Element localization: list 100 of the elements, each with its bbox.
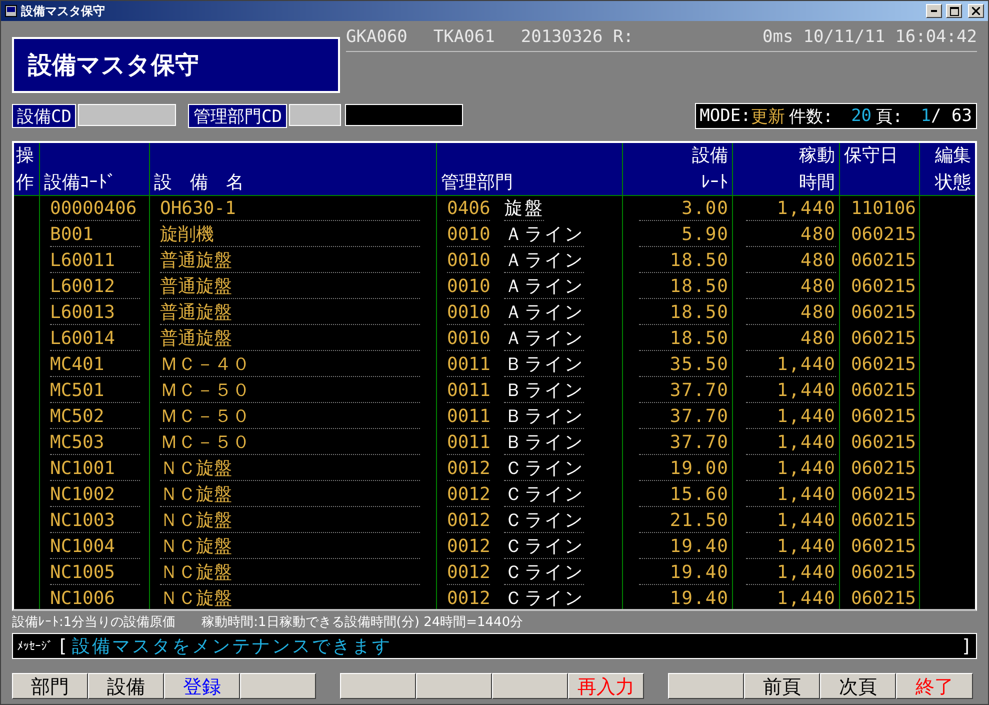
table-cell: Ａライン bbox=[504, 302, 584, 324]
table-cell: 0010 bbox=[447, 328, 490, 350]
table-cell: 060215 bbox=[850, 562, 916, 584]
table-cell: 18.50 bbox=[639, 328, 729, 350]
table-cell: 21.50 bbox=[639, 510, 729, 532]
table-cell: 19.40 bbox=[639, 588, 729, 609]
page-label: 頁: bbox=[876, 106, 903, 128]
function-key[interactable]: 設備 bbox=[88, 673, 164, 699]
input-field[interactable] bbox=[288, 104, 341, 126]
table-cell: 37.70 bbox=[639, 406, 729, 428]
blank-function-key[interactable] bbox=[492, 673, 568, 699]
function-key[interactable]: 登録 bbox=[164, 673, 240, 699]
elapsed-time: 0ms bbox=[762, 27, 794, 49]
table-cell: 1,440 bbox=[746, 484, 836, 506]
name-display-field[interactable] bbox=[344, 104, 463, 126]
table-cell: 480 bbox=[746, 250, 836, 272]
system-time: 16:04:42 bbox=[895, 27, 977, 49]
table-cell: NC1003 bbox=[50, 510, 140, 532]
table-cell: ＮＣ旋盤 bbox=[160, 510, 420, 532]
table-cell: Ｃライン bbox=[504, 484, 584, 506]
system-date: 10/11/11 bbox=[803, 27, 886, 49]
table-cell: ＮＣ旋盤 bbox=[160, 484, 420, 506]
table-cell: 00000406 bbox=[50, 198, 140, 220]
date-code: 20130326 R: bbox=[520, 27, 634, 49]
table-cell: Ｂライン bbox=[504, 380, 584, 402]
table-cell: L60014 bbox=[50, 328, 140, 350]
table-cell: 普通旋盤 bbox=[160, 276, 420, 298]
table-cell: Ｃライン bbox=[504, 536, 584, 558]
column-header: 保守日 bbox=[844, 144, 899, 168]
table-cell: NC1002 bbox=[50, 484, 140, 506]
table-cell: Ａライン bbox=[504, 224, 584, 246]
blank-function-key[interactable] bbox=[340, 673, 416, 699]
close-icon bbox=[972, 7, 980, 15]
table-cell: Ａライン bbox=[504, 276, 584, 298]
message-label: ﾒｯｾｰｼﾞ bbox=[17, 639, 53, 653]
table-cell: 旋削機 bbox=[160, 224, 420, 246]
table-cell: ＭＣ－４０ bbox=[160, 354, 420, 376]
maximize-icon bbox=[950, 6, 958, 16]
table-cell: 1,440 bbox=[746, 588, 836, 609]
blank-function-key[interactable] bbox=[668, 673, 744, 699]
table-cell: 060215 bbox=[850, 302, 916, 324]
table-cell: 0012 bbox=[447, 562, 490, 584]
column-header: 管理部門 bbox=[441, 171, 514, 195]
table-cell: 普通旋盤 bbox=[160, 302, 420, 324]
table-cell: 0012 bbox=[447, 588, 490, 609]
table-cell: 18.50 bbox=[639, 250, 729, 272]
minimize-button[interactable] bbox=[926, 4, 942, 18]
blank-function-key[interactable] bbox=[416, 673, 492, 699]
mode-label: MODE: bbox=[700, 106, 751, 126]
column-header: 状態 bbox=[934, 171, 971, 195]
table-cell: 480 bbox=[746, 276, 836, 298]
close-button[interactable] bbox=[968, 4, 984, 18]
column-header: 設 備 名 bbox=[154, 171, 245, 195]
field-label: 設備CD bbox=[12, 104, 76, 128]
table-cell: 060215 bbox=[850, 588, 916, 609]
count-label: 件数: bbox=[788, 106, 834, 128]
blank-function-key[interactable] bbox=[240, 673, 316, 699]
app-icon bbox=[5, 5, 17, 17]
column-header: 設備ｺｰﾄﾞ bbox=[44, 171, 117, 195]
table-cell: 1,440 bbox=[746, 510, 836, 532]
page-total: / 63 bbox=[931, 106, 972, 126]
table-cell: 1,440 bbox=[746, 354, 836, 376]
maximize-button[interactable] bbox=[946, 4, 962, 18]
table-cell: Ｂライン bbox=[504, 354, 584, 376]
input-field[interactable] bbox=[78, 104, 176, 126]
table-cell: 110106 bbox=[850, 198, 916, 220]
table-cell: Ｃライン bbox=[504, 510, 584, 532]
table-cell: ＮＣ旋盤 bbox=[160, 536, 420, 558]
table-cell: 35.50 bbox=[639, 354, 729, 376]
function-key[interactable]: 次頁 bbox=[820, 673, 896, 699]
function-key[interactable]: 部門 bbox=[12, 673, 88, 699]
table-cell: 0010 bbox=[447, 302, 490, 324]
table-cell: NC1001 bbox=[50, 458, 140, 480]
hint-text: 設備ﾚｰﾄ:1分当りの設備原価 稼動時間:1日稼動できる設備時間(分) 24時間=1440分 bbox=[12, 614, 524, 632]
function-key[interactable]: 前頁 bbox=[744, 673, 820, 699]
table-cell: 18.50 bbox=[639, 302, 729, 324]
table-cell: MC501 bbox=[50, 380, 140, 402]
table-cell: 060215 bbox=[850, 328, 916, 350]
table-cell: MC401 bbox=[50, 354, 140, 376]
table-cell: 1,440 bbox=[746, 432, 836, 454]
table-cell: 1,440 bbox=[746, 536, 836, 558]
table-cell: 0011 bbox=[447, 432, 490, 454]
table-cell: 060215 bbox=[850, 432, 916, 454]
table-cell: OH630-1 bbox=[160, 198, 420, 220]
table-cell: ＮＣ旋盤 bbox=[160, 588, 420, 609]
table-cell: 1,440 bbox=[746, 458, 836, 480]
table-cell: MC502 bbox=[50, 406, 140, 428]
table-cell: 1,440 bbox=[746, 380, 836, 402]
table-cell: 19.40 bbox=[639, 562, 729, 584]
table-cell: 480 bbox=[746, 328, 836, 350]
table-cell: Ａライン bbox=[504, 250, 584, 272]
table-cell: Ｃライン bbox=[504, 458, 584, 480]
table-cell: ＭＣ－５０ bbox=[160, 432, 420, 454]
table-cell: NC1005 bbox=[50, 562, 140, 584]
column-header: 稼動 bbox=[798, 144, 835, 168]
table-cell: 0012 bbox=[447, 510, 490, 532]
table-cell: B001 bbox=[50, 224, 140, 246]
column-header: 時間 bbox=[798, 171, 835, 195]
table-cell: 0012 bbox=[447, 536, 490, 558]
table-cell: 普通旋盤 bbox=[160, 250, 420, 272]
